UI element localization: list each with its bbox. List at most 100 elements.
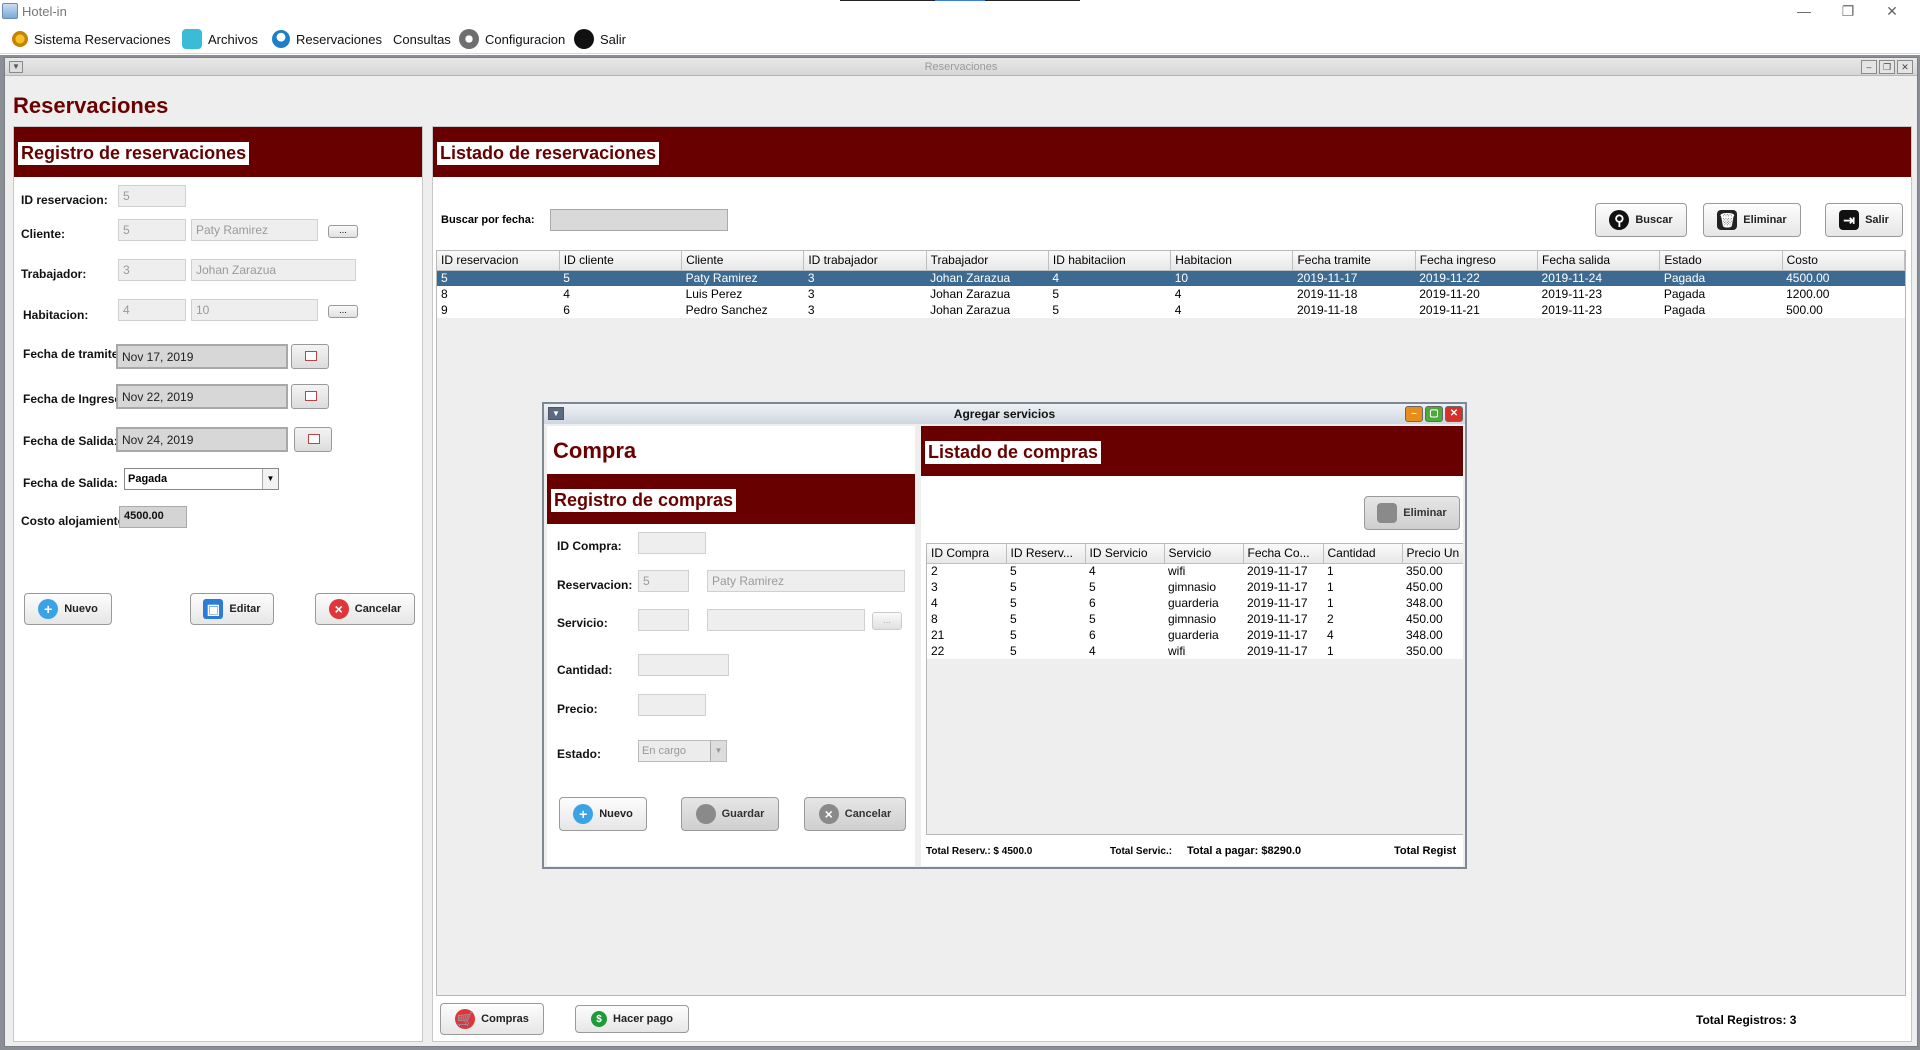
table-row[interactable]: 22 5 4 wifi 2019-11-17 1 350.00 [927,643,1463,659]
column-header[interactable]: Cliente [681,251,805,271]
hacer-pago-button[interactable]: $ Hacer pago [575,1005,689,1033]
compra-panel: Compra Registro de compras ID Compra: Re… [547,426,915,866]
column-header[interactable]: Trabajador [926,251,1049,271]
dialog-minimize-button[interactable]: – [1405,406,1423,422]
estado-select[interactable]: Pagada ▼ [124,468,279,490]
table-row[interactable]: 2 5 4 wifi 2019-11-17 1 350.00 [927,563,1463,579]
cancelar-button[interactable]: × Cancelar [315,593,415,625]
column-header[interactable]: Fecha salida [1537,251,1661,271]
menu-consultas[interactable]: Consultas [393,27,451,51]
column-header[interactable]: ID cliente [559,251,683,271]
costo-field[interactable]: 4500.00 [119,506,187,528]
trabajador-id-field[interactable]: 3 [118,259,186,281]
id-compra-field[interactable] [638,532,706,554]
calendar-icon [308,434,320,444]
column-header[interactable]: ID Reserv... [1006,544,1086,564]
select-servicio-button[interactable]: ... [872,612,902,630]
precio-field[interactable] [638,694,706,716]
guardar-button[interactable]: Guardar [681,797,779,831]
column-header[interactable]: Servicio [1164,544,1244,564]
compras-eliminar-button[interactable]: Eliminar [1364,496,1460,530]
listado-compras-header-text: Listado de compras [925,441,1102,464]
estado-compra-select[interactable]: En cargo ▼ [638,740,727,762]
trabajador-name-field[interactable]: Johan Zarazua [191,259,356,281]
column-header[interactable]: Habitacion [1170,251,1294,271]
id-reservacion-field[interactable]: 5 [118,185,186,207]
column-header[interactable]: ID reservacion [437,251,560,271]
agregar-servicios-dialog: ▼ Agregar servicios – ▢ ✕ Compra Registr… [542,402,1467,869]
habitacion-num-field[interactable]: 10 [191,299,318,321]
save-icon [695,804,716,824]
frame-menu-button[interactable]: ▼ [9,61,23,73]
table-row[interactable]: 4 5 6 guarderia 2019-11-17 1 348.00 [927,595,1463,611]
table-cell: Pagada [1659,270,1783,286]
frame-minimize-button[interactable]: – [1861,60,1877,74]
cantidad-field[interactable] [638,654,729,676]
servicio-name-field[interactable] [707,609,865,631]
column-header[interactable]: Costo [1782,251,1906,271]
table-header-row: ID reservacion ID cliente Cliente ID trabaj… [437,251,1906,271]
table-row[interactable]: 8 5 5 gimnasio 2019-11-17 2 450.00 [927,611,1463,627]
column-header[interactable]: Fecha ingreso [1415,251,1539,271]
save-icon: ▣ [203,599,224,619]
frame-maximize-button[interactable]: ❐ [1879,60,1895,74]
column-header[interactable]: ID Compra [927,544,1007,564]
reservacion-name-field[interactable]: Paty Ramirez [707,570,905,592]
table-row[interactable]: 21 5 6 guarderia 2019-11-17 4 348.00 [927,627,1463,643]
table-row[interactable]: 9 6 Pedro Sanchez 3 Johan Zarazua 5 4 2019-11-1… [437,302,1905,318]
table-cell: 1 [1327,580,1334,594]
servicio-id-field[interactable] [638,609,689,631]
fecha-ingreso-calendar-button[interactable] [291,384,329,409]
column-header[interactable]: Estado [1659,251,1783,271]
buscar-fecha-input[interactable] [550,209,728,231]
close-window-button[interactable]: ✕ [1870,0,1914,22]
dialog-close-button[interactable]: ✕ [1445,406,1463,422]
column-header[interactable]: ID Servicio [1085,544,1165,564]
servicio-label: Servicio: [557,616,608,630]
select-habitacion-button[interactable]: ... [328,305,358,318]
fecha-tramite-calendar-button[interactable] [291,344,329,369]
restore-window-button[interactable]: ❐ [1826,0,1870,22]
listado-compras-header: Listado de compras [921,426,1463,476]
editar-button[interactable]: ▣ Editar [190,593,274,625]
fecha-salida-field[interactable]: Nov 24, 2019 [116,427,288,452]
cliente-id-field[interactable]: 5 [118,219,186,241]
column-header[interactable]: Fecha tramite [1292,251,1416,271]
menu-reservaciones[interactable]: Reservaciones [272,27,382,51]
buscar-button[interactable]: ⚲ Buscar [1595,203,1687,237]
eliminar-button[interactable]: 🗑 Eliminar [1703,203,1801,237]
salir-button[interactable]: ⇥ Salir [1825,203,1903,237]
compra-nuevo-button[interactable]: + Nuevo [559,797,647,831]
table-row[interactable]: 8 4 Luis Perez 3 Johan Zarazua 5 4 2019-11-18 20… [437,286,1905,302]
home-icon [12,31,28,47]
table-cell: 2 [1327,612,1334,626]
compras-button[interactable]: 🛒 Compras [440,1003,544,1035]
fecha-salida-calendar-button[interactable] [294,427,332,452]
column-header[interactable]: Precio Un [1402,544,1463,564]
menu-sistema-reservaciones[interactable]: Sistema Reservaciones [12,27,171,51]
compra-cancelar-button[interactable]: × Cancelar [804,797,906,831]
column-header[interactable]: ID trabajador [803,251,927,271]
column-header[interactable]: Fecha Co... [1243,544,1324,564]
menu-salir[interactable]: Salir [574,27,626,51]
fecha-tramite-field[interactable]: Nov 17, 2019 [116,344,288,369]
cliente-name-field[interactable]: Paty Ramirez [191,219,318,241]
select-cliente-button[interactable]: ... [328,225,358,238]
table-cell: 1200.00 [1786,287,1830,301]
nuevo-button[interactable]: + Nuevo [24,593,112,625]
column-header[interactable]: ID habitaciion [1048,251,1172,271]
fecha-ingreso-field[interactable]: Nov 22, 2019 [116,384,288,409]
habitacion-id-field[interactable]: 4 [118,299,186,321]
menu-configuracion[interactable]: Configuracion [459,27,565,51]
table-cell: 5 [1010,628,1017,642]
table-row[interactable]: 3 5 5 gimnasio 2019-11-17 1 450.00 [927,579,1463,595]
column-header[interactable]: Cantidad [1323,544,1403,564]
minimize-window-button[interactable]: — [1782,0,1826,22]
menu-archivos[interactable]: Archivos [182,27,258,51]
table-row[interactable]: 5 5 Paty Ramirez 3 Johan Zarazua 4 10 2019-11-1… [437,270,1905,286]
dialog-maximize-button[interactable]: ▢ [1425,406,1443,422]
dialog-menu-button[interactable]: ▼ [548,407,564,420]
frame-close-button[interactable]: ✕ [1897,60,1913,74]
reservacion-id-field[interactable]: 5 [638,570,689,592]
table-cell: 5 [1010,596,1017,610]
